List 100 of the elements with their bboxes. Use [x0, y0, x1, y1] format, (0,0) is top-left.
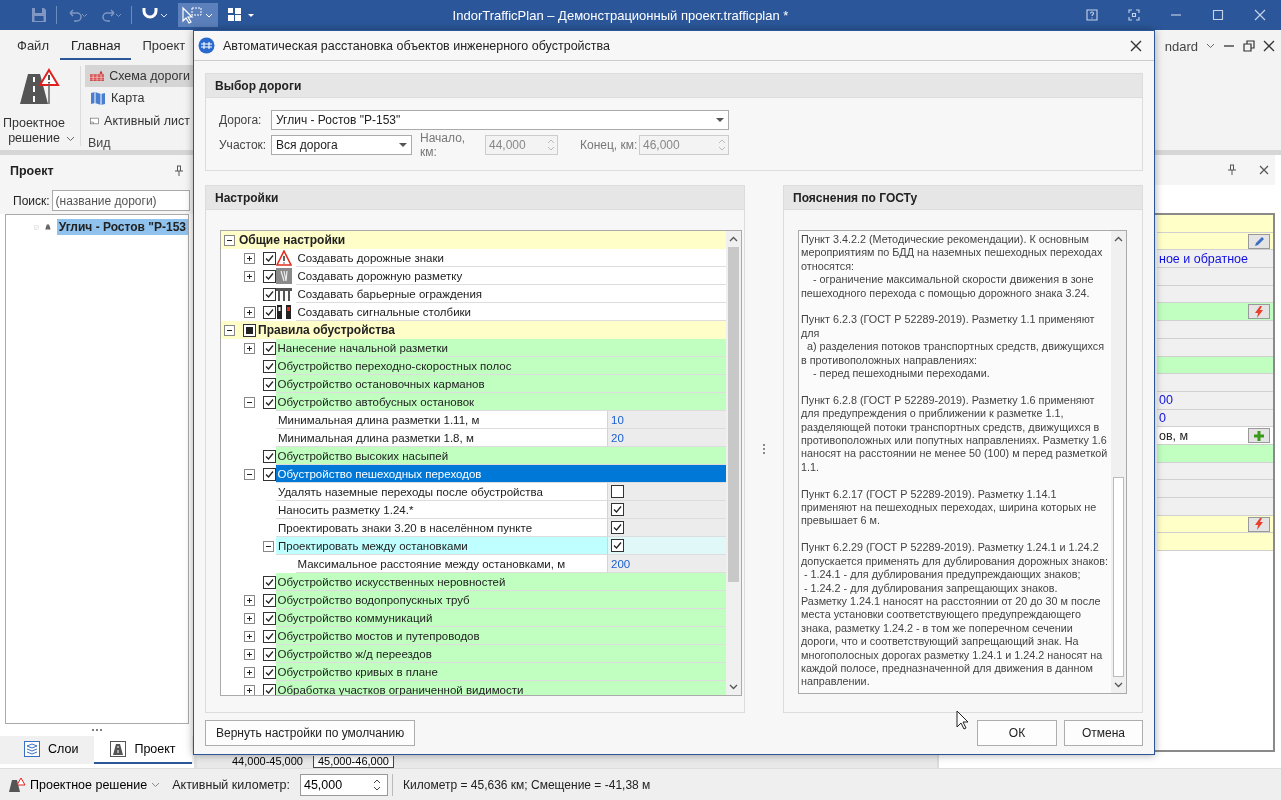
- value-cell[interactable]: 200: [607, 555, 726, 573]
- checkbox[interactable]: [262, 647, 276, 661]
- value-cell[interactable]: [607, 501, 726, 519]
- view-button[interactable]: Активный лист: [85, 109, 195, 132]
- checkbox[interactable]: [611, 539, 624, 552]
- km-tab[interactable]: 45,000-46,000: [312, 756, 394, 768]
- design-solution-button[interactable]: Проектное решение: [0, 62, 78, 150]
- km-tab[interactable]: 44,000-45,000: [227, 756, 308, 768]
- property-row[interactable]: ное и обратное: [1157, 250, 1273, 269]
- checkbox[interactable]: [262, 359, 276, 373]
- restore-icon[interactable]: [1243, 40, 1255, 52]
- checkbox[interactable]: [262, 665, 276, 679]
- checkbox[interactable]: [243, 323, 256, 337]
- value-cell[interactable]: [607, 519, 726, 537]
- checkbox[interactable]: [611, 521, 624, 534]
- close-icon[interactable]: [1263, 40, 1275, 52]
- checkbox[interactable]: [262, 575, 276, 589]
- panel-tab[interactable]: Проект: [94, 736, 192, 764]
- spinner-icon: [547, 138, 555, 152]
- road-dropdown[interactable]: Углич - Ростов "Р-153": [271, 110, 729, 130]
- checkbox[interactable]: [262, 629, 276, 643]
- ribbon-tab[interactable]: Проект: [131, 32, 197, 60]
- scrollbar-thumb[interactable]: [728, 247, 739, 582]
- tree-item[interactable]: Обустройство ж/д переездов: [275, 645, 726, 663]
- checkbox[interactable]: [262, 395, 276, 409]
- km-field[interactable]: 45,000: [299, 773, 388, 796]
- add-button[interactable]: [1248, 428, 1270, 444]
- expand-icon[interactable]: [243, 306, 255, 318]
- cancel-button[interactable]: Отмена: [1064, 720, 1143, 746]
- value-cell[interactable]: [607, 483, 726, 501]
- close-icon[interactable]: [1259, 165, 1269, 175]
- view-button[interactable]: Схема дороги: [85, 65, 195, 88]
- value-cell[interactable]: 10: [607, 411, 726, 429]
- panel-tab[interactable]: Слои: [8, 736, 95, 764]
- checkbox[interactable]: [611, 503, 624, 516]
- tree-item[interactable]: Обустройство водопропускных труб: [275, 591, 726, 609]
- property-row[interactable]: ов, м: [1157, 427, 1273, 445]
- collapse-icon[interactable]: [263, 540, 274, 552]
- pin-icon[interactable]: [174, 164, 184, 177]
- section-dropdown[interactable]: Вся дорога: [271, 135, 412, 155]
- ribbon-tab[interactable]: Файл: [6, 32, 60, 60]
- edit-button[interactable]: [1248, 233, 1270, 249]
- expand-icon[interactable]: [243, 270, 255, 282]
- tree-item[interactable]: Обустройство искусственных неровностей: [275, 573, 726, 591]
- checkbox[interactable]: [262, 377, 276, 391]
- group-title: Пояснения по ГОСТу: [793, 190, 918, 205]
- chevron-down-icon[interactable]: [1206, 43, 1215, 49]
- checkbox[interactable]: [262, 251, 276, 265]
- close-icon: [1130, 39, 1142, 52]
- layout-menu[interactable]: ndard: [1164, 38, 1198, 54]
- lightning-button[interactable]: [1248, 304, 1270, 320]
- design-solution-menu[interactable]: Проектное решение: [8, 776, 161, 793]
- lightning-button[interactable]: [1248, 516, 1270, 532]
- checkbox[interactable]: [611, 485, 624, 498]
- checkbox[interactable]: [262, 611, 276, 625]
- checkbox[interactable]: [262, 467, 276, 481]
- expand-icon[interactable]: [243, 648, 255, 660]
- value-cell[interactable]: 20: [607, 429, 726, 447]
- collapse-icon[interactable]: [224, 324, 235, 336]
- tree-item[interactable]: Углич - Ростов "Р-153: [56, 219, 188, 235]
- checkbox[interactable]: [262, 305, 276, 319]
- checkbox[interactable]: [262, 683, 276, 695]
- tree-item[interactable]: Обработка участков ограниченной видимости: [275, 681, 726, 695]
- expand-icon[interactable]: [243, 342, 255, 354]
- tree-item[interactable]: Обустройство остановочных карманов: [275, 375, 726, 393]
- tree-item[interactable]: Обустройство высоких насыпей: [275, 447, 726, 465]
- checkbox[interactable]: [262, 287, 276, 301]
- checkbox[interactable]: [262, 593, 276, 607]
- search-field[interactable]: (название дороги): [51, 190, 190, 211]
- tree-item[interactable]: Обустройство коммуникаций: [275, 609, 726, 627]
- expand-icon[interactable]: [243, 666, 255, 678]
- pin-icon[interactable]: [1227, 164, 1237, 176]
- tree-item[interactable]: Обустройство пешеходных переходов: [275, 465, 726, 483]
- ribbon-tab[interactable]: Главная: [59, 32, 132, 60]
- expand-icon[interactable]: [243, 612, 255, 624]
- value-cell[interactable]: [607, 537, 726, 555]
- tree-item[interactable]: Проектировать между остановками: [276, 537, 607, 555]
- tree-item[interactable]: Обустройство кривых в плане: [275, 663, 726, 681]
- splitter-grip-icon[interactable]: [762, 443, 766, 455]
- ok-button[interactable]: ОК: [977, 720, 1057, 746]
- expand-icon[interactable]: [243, 630, 255, 642]
- collapse-icon[interactable]: [243, 396, 255, 408]
- checkbox[interactable]: [262, 341, 276, 355]
- checkbox[interactable]: [262, 269, 276, 283]
- road-icon: [110, 741, 127, 757]
- collapse-icon[interactable]: [224, 234, 235, 246]
- explanation-paragraph: Пункт 6.2.17 (ГОСТ Р 52289-2019). Разметку 1.14.1 применяют на пешеходных переходах, ширина которых не превышает 6 м.: [801, 487, 1098, 528]
- select-tool-button[interactable]: [178, 3, 218, 27]
- collapse-icon[interactable]: [243, 468, 255, 480]
- checkbox[interactable]: [262, 449, 276, 463]
- tree-item[interactable]: Обустройство мостов и путепроводов: [275, 627, 726, 645]
- scrollbar-thumb[interactable]: [1113, 477, 1124, 677]
- expand-icon[interactable]: [243, 252, 255, 264]
- tree-item[interactable]: Обустройство переходно-скоростных полос: [275, 357, 726, 375]
- reset-defaults-button[interactable]: Вернуть настройки по умолчанию: [205, 720, 416, 746]
- tree-item[interactable]: Обустройство автобусных остановок: [275, 393, 726, 411]
- expand-icon[interactable]: [243, 684, 255, 695]
- tree-item[interactable]: Нанесение начальной разметки: [275, 339, 726, 357]
- lightning-icon: [1254, 305, 1264, 318]
- expand-icon[interactable]: [243, 594, 255, 606]
